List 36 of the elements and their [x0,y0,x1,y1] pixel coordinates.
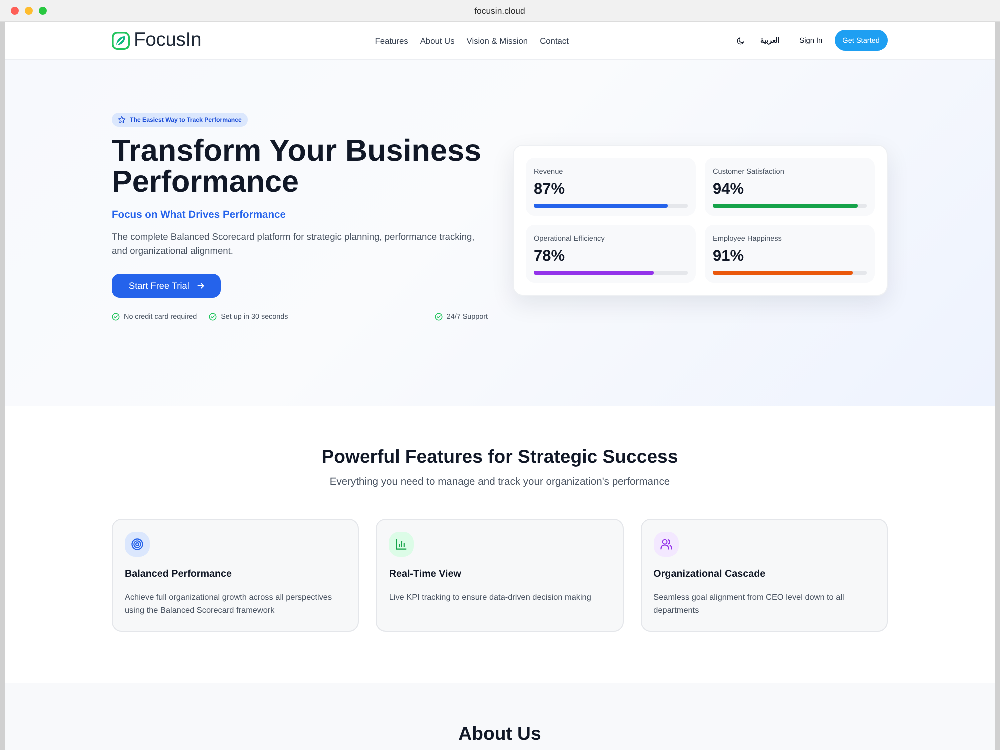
metric-value: 87% [534,181,566,198]
nav-link[interactable]: About Us [420,36,455,46]
feature-title: Balanced Performance [125,569,232,580]
check-circle-icon [209,312,218,320]
check-circle-icon [112,312,120,320]
moon-icon[interactable] [736,36,745,44]
nav-link[interactable]: Features [375,36,408,46]
window-title: focusin.cloud [474,6,526,16]
metric-value: 94% [713,181,746,198]
features-subtitle: Everything you need to manage and track your organization's performance [328,477,672,488]
maximize-window-icon[interactable] [39,6,47,14]
about-heading: About Us [458,723,542,745]
minimize-window-icon[interactable] [25,6,33,14]
close-window-icon[interactable] [11,6,19,14]
nav-link[interactable]: Vision & Mission [466,36,528,46]
hero-subtitle: Focus on What Drives Performance [112,210,286,221]
feature-description: Achieve full organizational growth across all perspectives using the Balanced Scorecard framework [125,592,334,617]
users-icon [654,532,679,557]
star-icon [118,116,126,124]
features-heading: Powerful Features for Strategic Success [320,446,680,468]
nav-link[interactable]: Contact [540,36,569,46]
hero-heading: Transform Your Business Performance [112,136,482,198]
arrow-right-icon [197,282,206,290]
brand-name: FocusIn [134,29,202,52]
leaf-logo-icon [112,32,130,50]
feature-description: Seamless goal alignment from CEO level down to all departments [654,592,846,617]
metric-value: 91% [713,248,746,265]
target-icon [125,532,150,557]
hero-description: The complete Balanced Scorecard platform for strategic planning, performance tracking, and organizational alignment. [112,231,476,258]
check-circle-icon [434,312,443,320]
feature-title: Real-Time View [389,569,462,580]
feature-title: Organizational Cascade [654,569,766,580]
metric-value: 78% [534,248,566,265]
start-free-trial-button[interactable]: Start Free Trial [112,274,222,298]
feature-description: Live KPI tracking to ensure data-driven decision making [389,592,592,604]
bar-chart-icon [389,532,414,557]
